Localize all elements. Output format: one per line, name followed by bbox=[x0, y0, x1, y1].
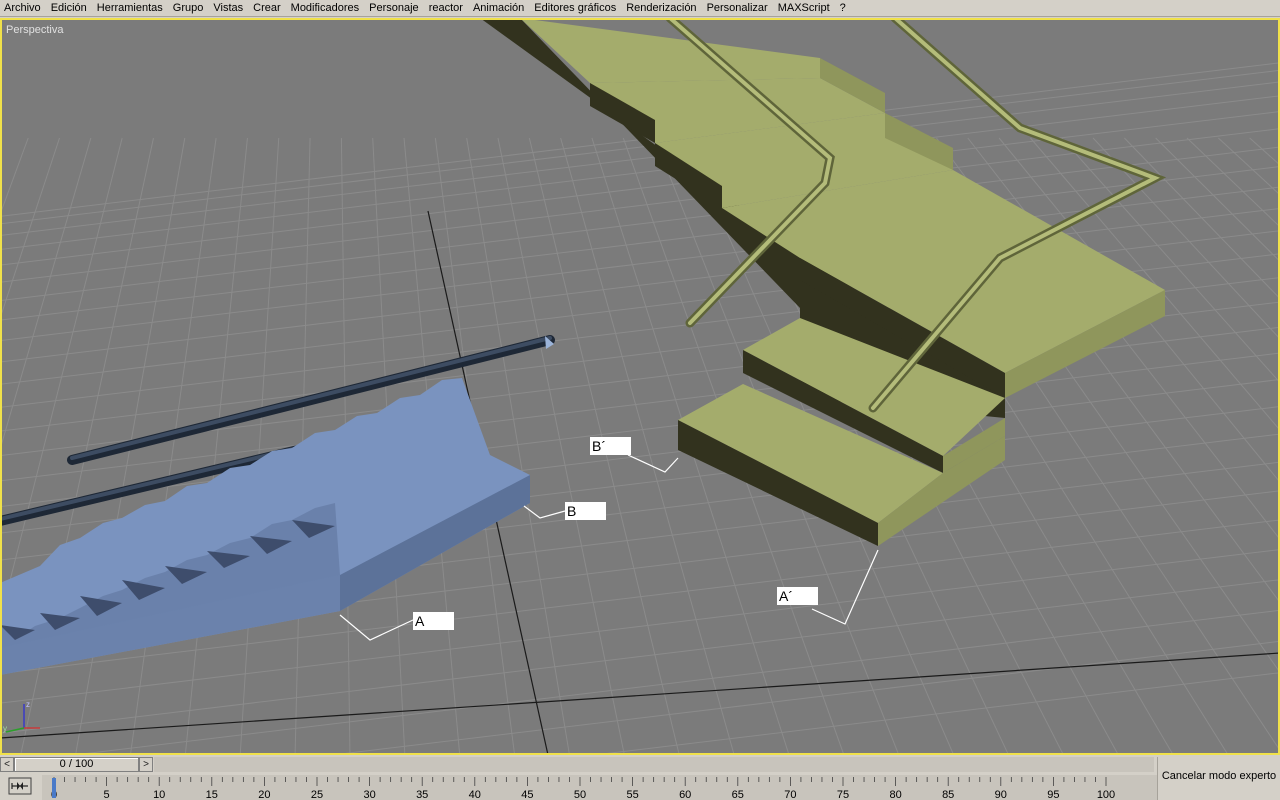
timeline-ruler[interactable]: 0510152025303540455055606570758085909510… bbox=[42, 775, 1157, 800]
timeline-tick-label: 15 bbox=[206, 789, 218, 800]
chevron-right-icon[interactable]: > bbox=[139, 757, 153, 772]
menu-modificadores[interactable]: Modificadores bbox=[286, 0, 364, 16]
timeline-tick-label: 85 bbox=[942, 789, 954, 800]
current-frame-marker bbox=[52, 778, 56, 798]
menu-crear[interactable]: Crear bbox=[248, 0, 286, 16]
timeline-tick-label: 10 bbox=[153, 789, 165, 800]
time-slider[interactable]: < 0 / 100 > bbox=[0, 757, 155, 772]
viewport-scene: A B A´ B´ z y bbox=[0, 18, 1280, 755]
svg-text:y: y bbox=[3, 724, 7, 733]
curve-editor-icon[interactable] bbox=[8, 777, 32, 795]
timeline-tick-label: 60 bbox=[679, 789, 691, 800]
label-b-prime: B´ bbox=[592, 438, 606, 454]
chevron-left-icon[interactable]: < bbox=[0, 757, 14, 772]
menu-renderizacion[interactable]: Renderización bbox=[621, 0, 701, 16]
timeline-tick-label: 70 bbox=[784, 789, 796, 800]
perspective-viewport[interactable]: A B A´ B´ z y Perspectiva bbox=[0, 18, 1280, 755]
timeline-tick-label: 30 bbox=[363, 789, 375, 800]
timeline-tick-label: 50 bbox=[574, 789, 586, 800]
menu-personalizar[interactable]: Personalizar bbox=[702, 0, 773, 16]
menu-reactor[interactable]: reactor bbox=[424, 0, 468, 16]
menu-herramientas[interactable]: Herramientas bbox=[92, 0, 168, 16]
timeline-tick-label: 55 bbox=[626, 789, 638, 800]
menu-editores-graficos[interactable]: Editores gráficos bbox=[529, 0, 621, 16]
menu-archivo[interactable]: Archivo bbox=[0, 0, 46, 16]
svg-text:z: z bbox=[26, 700, 30, 709]
timeline-tick-label: 75 bbox=[837, 789, 849, 800]
menu-personaje[interactable]: Personaje bbox=[364, 0, 424, 16]
bottom-panel: < 0 / 100 > 0510152025303540455055606570… bbox=[0, 755, 1280, 800]
viewport-label[interactable]: Perspectiva bbox=[6, 24, 63, 36]
menu-grupo[interactable]: Grupo bbox=[168, 0, 209, 16]
timeline-tick-label: 25 bbox=[311, 789, 323, 800]
timeline-tick-label: 100 bbox=[1097, 789, 1115, 800]
timeline-tick-label: 65 bbox=[732, 789, 744, 800]
label-a-prime: A´ bbox=[779, 588, 793, 604]
menu-edicion[interactable]: Edición bbox=[46, 0, 92, 16]
cancel-expert-mode-button[interactable]: Cancelar modo experto bbox=[1160, 767, 1278, 785]
frame-display[interactable]: 0 / 100 bbox=[14, 757, 139, 772]
timeline-tick-label: 40 bbox=[469, 789, 481, 800]
label-b: B bbox=[567, 503, 576, 519]
timeline-tick-label: 45 bbox=[521, 789, 533, 800]
panel-divider bbox=[1157, 757, 1158, 800]
menu-help[interactable]: ? bbox=[835, 0, 851, 16]
timeline-tick-label: 20 bbox=[258, 789, 270, 800]
time-slider-track[interactable] bbox=[154, 757, 1154, 772]
timeline-tick-label: 35 bbox=[416, 789, 428, 800]
timeline-tick-label: 90 bbox=[995, 789, 1007, 800]
menu-bar: Archivo Edición Herramientas Grupo Vista… bbox=[0, 0, 1280, 17]
menu-vistas[interactable]: Vistas bbox=[208, 0, 248, 16]
timeline-tick-label: 5 bbox=[104, 789, 110, 800]
timeline-tick-label: 80 bbox=[889, 789, 901, 800]
menu-animacion[interactable]: Animación bbox=[468, 0, 529, 16]
timeline-tick-label: 95 bbox=[1047, 789, 1059, 800]
menu-maxscript[interactable]: MAXScript bbox=[773, 0, 835, 16]
label-a: A bbox=[415, 613, 425, 629]
